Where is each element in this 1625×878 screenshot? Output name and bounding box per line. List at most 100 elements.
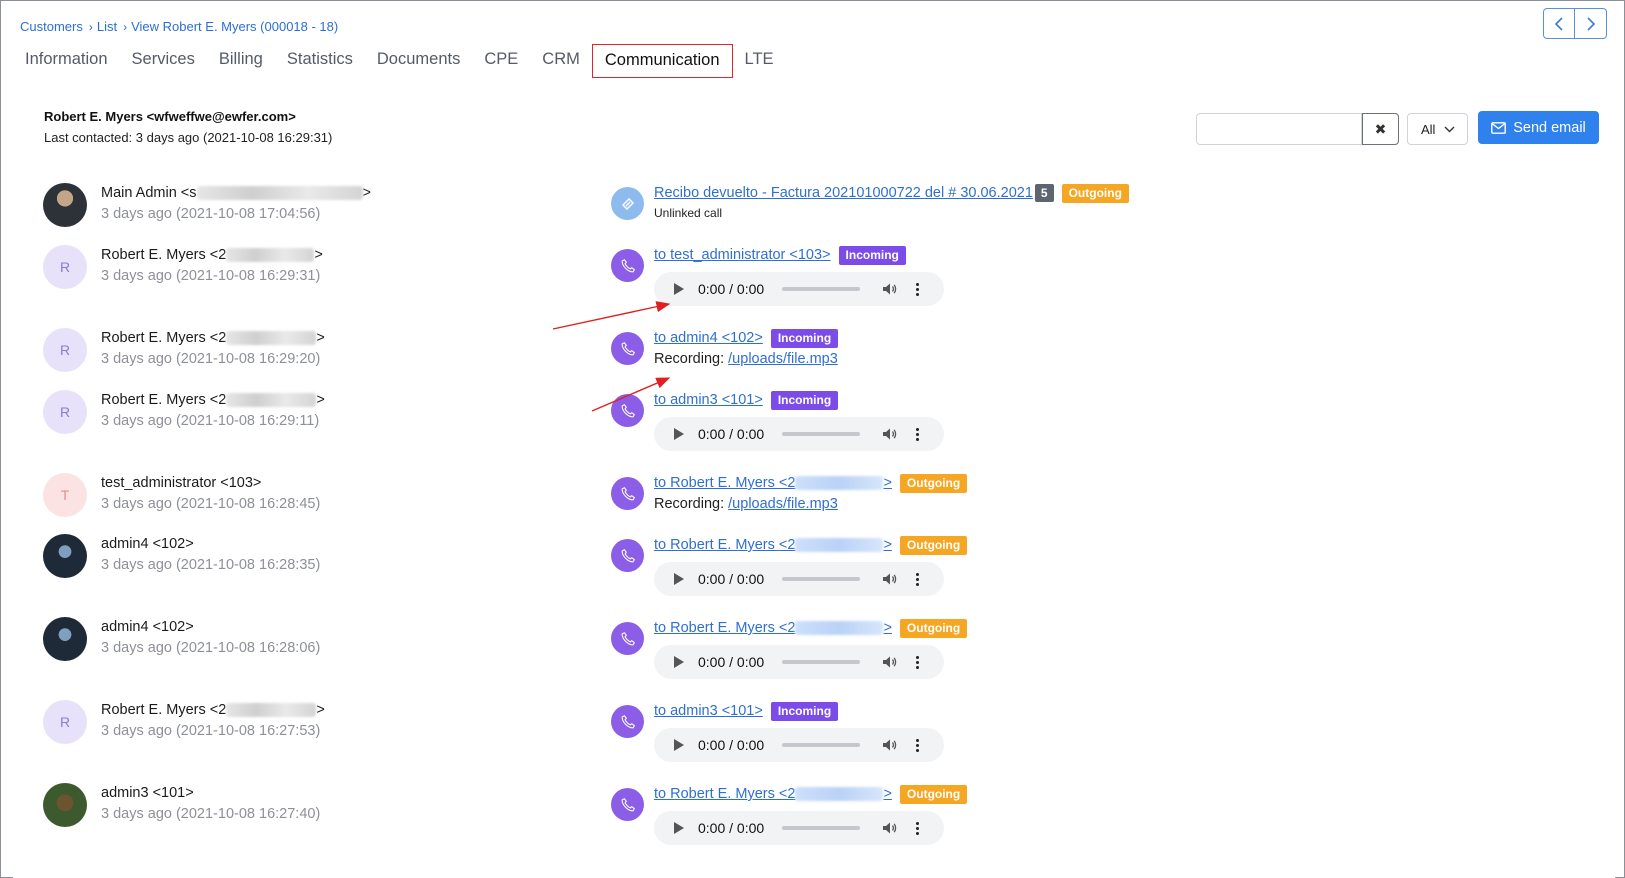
communication-item: Recibo devuelto - Factura 202101000722 d… (611, 182, 1129, 220)
entry-title-prefix: to Robert E. Myers <2 (654, 475, 796, 491)
more-options-icon[interactable] (916, 427, 920, 441)
communication-item: to admin4 <102> Incoming Recording: /upl… (611, 327, 839, 367)
communication-item: to Robert E. Myers <2 > Outgoing Recordin… (611, 472, 968, 512)
sender-name-suffix: > (316, 702, 325, 718)
phone-icon (611, 332, 644, 365)
volume-icon[interactable] (882, 572, 898, 586)
entry-title-link[interactable]: to admin3 <101> (654, 703, 763, 719)
player-time: 0:00 / 0:00 (698, 571, 765, 587)
redacted-phone (226, 331, 317, 345)
phone-icon (611, 705, 644, 738)
entry-title-link[interactable]: to Robert E. Myers <2 > (654, 620, 892, 636)
last-contacted: Last contacted: 3 days ago (2021-10-08 1… (44, 130, 333, 145)
next-button[interactable] (1575, 8, 1607, 39)
entry-title-link[interactable]: to admin4 <102> (654, 330, 763, 346)
breadcrumb-customers[interactable]: Customers (20, 19, 83, 34)
volume-icon[interactable] (882, 427, 898, 441)
audio-player[interactable]: 0:00 / 0:00 (654, 417, 944, 451)
more-options-icon[interactable] (916, 282, 920, 296)
play-icon[interactable] (674, 428, 684, 440)
tab-documents[interactable]: Documents (365, 44, 472, 78)
sender-name-suffix: > (316, 392, 325, 408)
sender-time: 3 days ago (2021-10-08 17:04:56) (101, 206, 321, 222)
sender-item: R Robert E. Myers <2 > 3 days ago (2021-1… (43, 700, 325, 744)
more-options-icon[interactable] (916, 655, 920, 669)
tab-cpe[interactable]: CPE (472, 44, 530, 78)
play-icon[interactable] (674, 656, 684, 668)
send-email-button[interactable]: Send email (1478, 111, 1599, 144)
seek-slider[interactable] (782, 660, 861, 664)
play-icon[interactable] (674, 283, 684, 295)
search-input[interactable] (1196, 113, 1362, 145)
audio-player[interactable]: 0:00 / 0:00 (654, 272, 944, 306)
seek-slider[interactable] (782, 287, 861, 291)
player-time: 0:00 / 0:00 (698, 654, 765, 670)
entry-title-suffix: > (883, 786, 892, 802)
entry-title-link[interactable]: to Robert E. Myers <2 > (654, 475, 892, 491)
avatar (43, 783, 87, 827)
tab-services[interactable]: Services (120, 44, 207, 78)
seek-slider[interactable] (782, 577, 861, 581)
volume-icon[interactable] (882, 821, 898, 835)
chevron-left-icon (1554, 16, 1563, 31)
audio-player[interactable]: 0:00 / 0:00 (654, 811, 944, 845)
chevron-down-icon (1444, 126, 1455, 132)
sender-time: 3 days ago (2021-10-08 16:28:35) (101, 557, 321, 573)
entry-title-link[interactable]: to admin3 <101> (654, 392, 763, 408)
seek-slider[interactable] (782, 432, 861, 436)
sender-time: 3 days ago (2021-10-08 16:27:40) (101, 806, 321, 822)
sender-name-prefix: Robert E. Myers <2 (101, 330, 227, 346)
play-icon[interactable] (674, 822, 684, 834)
customer-name: Robert E. Myers <wfweffwe@ewfer.com> (44, 109, 296, 124)
communication-item: to admin3 <101> Incoming 0:00 / 0:00 (611, 389, 944, 451)
recording-link[interactable]: /uploads/file.mp3 (728, 496, 838, 512)
breadcrumb-current[interactable]: View Robert E. Myers (000018 - 18) (131, 19, 338, 34)
seek-slider[interactable] (782, 743, 861, 747)
play-icon[interactable] (674, 739, 684, 751)
phone-icon (611, 394, 644, 427)
sender-item: T test_administrator <103> 3 days ago (2… (43, 473, 320, 517)
clear-search-button[interactable]: ✖ (1362, 113, 1399, 145)
redacted-phone (226, 393, 317, 407)
entry-title-suffix: > (883, 475, 892, 491)
redacted-phone (226, 703, 317, 717)
sender-name: Robert E. Myers <2 > (101, 700, 325, 720)
send-email-label: Send email (1513, 119, 1586, 136)
seek-slider[interactable] (782, 826, 861, 830)
tab-lte[interactable]: LTE (733, 44, 786, 78)
tab-information[interactable]: Information (13, 44, 120, 78)
sender-name-prefix: Main Admin <s (101, 185, 197, 201)
previous-button[interactable] (1543, 8, 1575, 39)
avatar (43, 617, 87, 661)
communication-item: to Robert E. Myers <2 > Outgoing 0:00 / 0… (611, 534, 968, 596)
volume-icon[interactable] (882, 738, 898, 752)
sender-name-suffix: > (316, 330, 325, 346)
phone-icon (611, 788, 644, 821)
tab-statistics[interactable]: Statistics (275, 44, 365, 78)
entry-title-link[interactable]: to Robert E. Myers <2 > (654, 537, 892, 553)
tab-communication[interactable]: Communication (591, 44, 733, 78)
more-options-icon[interactable] (916, 821, 920, 835)
entry-title-link[interactable]: Recibo devuelto - Factura 202101000722 d… (654, 185, 1033, 201)
tab-billing[interactable]: Billing (207, 44, 275, 78)
entry-title-link[interactable]: to test_administrator <103> (654, 247, 831, 263)
communication-item: to Robert E. Myers <2 > Outgoing 0:00 / 0… (611, 617, 968, 679)
more-options-icon[interactable] (916, 738, 920, 752)
audio-player[interactable]: 0:00 / 0:00 (654, 562, 944, 596)
volume-icon[interactable] (882, 655, 898, 669)
recording-link[interactable]: /uploads/file.mp3 (728, 351, 838, 367)
play-icon[interactable] (674, 573, 684, 585)
entry-title-link[interactable]: to Robert E. Myers <2 > (654, 786, 892, 802)
volume-icon[interactable] (882, 282, 898, 296)
breadcrumb-list[interactable]: List (97, 19, 117, 34)
audio-player[interactable]: 0:00 / 0:00 (654, 645, 944, 679)
more-options-icon[interactable] (916, 572, 920, 586)
recording-label: Recording: (654, 496, 725, 512)
status-badge: Incoming (838, 245, 906, 265)
audio-player[interactable]: 0:00 / 0:00 (654, 728, 944, 762)
entry-title-prefix: to Robert E. Myers <2 (654, 537, 796, 553)
direction-filter-select[interactable]: All (1407, 113, 1468, 145)
avatar: R (43, 328, 87, 372)
tab-crm[interactable]: CRM (530, 44, 592, 78)
redacted-phone (795, 538, 884, 552)
